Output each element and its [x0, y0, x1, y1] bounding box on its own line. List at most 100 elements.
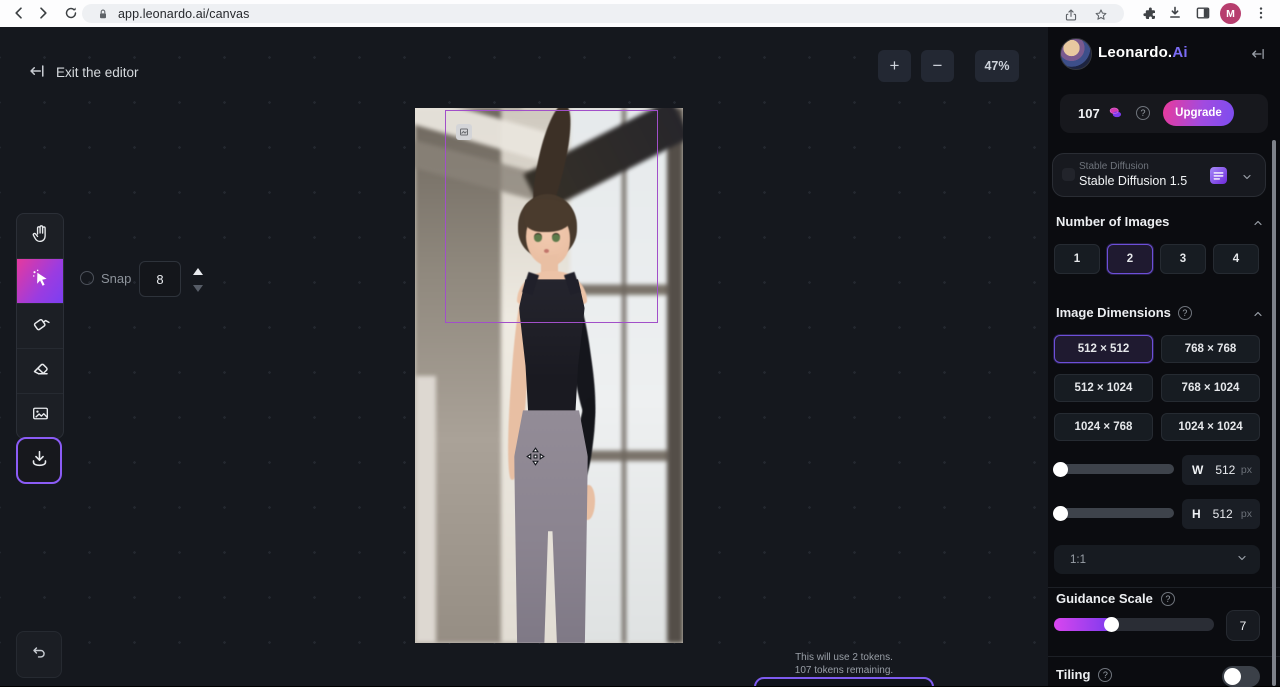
height-value[interactable]: 512: [1213, 507, 1233, 521]
generate-button-partial[interactable]: [754, 677, 934, 686]
zoom-out-button[interactable]: −: [921, 50, 954, 82]
select-tool-button[interactable]: [17, 259, 63, 304]
brand-logo: Leonardo.Ai: [1098, 44, 1188, 61]
tool-palette: [16, 213, 64, 439]
art-column-right: [667, 108, 683, 643]
width-slider-knob[interactable]: [1053, 462, 1068, 477]
download-tool-button[interactable]: [16, 437, 62, 484]
image-tool-button[interactable]: [17, 394, 63, 438]
snap-decrement-button[interactable]: [193, 285, 203, 292]
exit-editor-label: Exit the editor: [56, 65, 139, 80]
divider: [1048, 656, 1280, 657]
guidance-scale-value[interactable]: 7: [1226, 610, 1260, 641]
model-thumb: [1062, 168, 1075, 181]
snap-toggle-icon[interactable]: [80, 271, 94, 285]
image-dimensions-collapse-icon[interactable]: [1252, 307, 1264, 325]
width-value[interactable]: 512: [1215, 463, 1235, 477]
dim-option-1024x1024[interactable]: 1024 × 1024: [1161, 413, 1260, 441]
zoom-level-display[interactable]: 47%: [975, 50, 1019, 82]
user-avatar[interactable]: [1060, 38, 1092, 70]
token-note-line2: 107 tokens remaining.: [734, 664, 954, 677]
lock-icon: [94, 5, 112, 23]
magic-cursor-icon: [30, 268, 51, 294]
extensions-icon[interactable]: [1140, 4, 1158, 22]
image-dimensions-options: 512 × 512 768 × 768 512 × 1024 768 × 102…: [1054, 335, 1260, 441]
width-value-box[interactable]: W 512 px: [1182, 455, 1260, 485]
image-dimensions-help-icon[interactable]: ?: [1178, 306, 1192, 320]
image-dimensions-title: Image Dimensions: [1056, 305, 1171, 320]
model-chevron-down-icon: [1241, 170, 1253, 188]
image-icon: [30, 403, 51, 429]
count-option-1[interactable]: 1: [1054, 244, 1100, 274]
height-slider[interactable]: [1054, 508, 1174, 518]
token-count: 107: [1078, 106, 1100, 121]
dim-option-768x768[interactable]: 768 × 768: [1161, 335, 1260, 363]
dim-option-512x1024[interactable]: 512 × 1024: [1054, 374, 1153, 402]
move-cursor-icon: [526, 447, 545, 471]
dim-option-1024x768[interactable]: 1024 × 768: [1054, 413, 1153, 441]
model-selector[interactable]: Stable Diffusion Stable Diffusion 1.5: [1052, 153, 1266, 197]
sidebar-scrollbar[interactable]: [1272, 140, 1276, 686]
tiling-help-icon[interactable]: ?: [1098, 668, 1112, 682]
snap-value-input[interactable]: 8: [139, 261, 181, 297]
downloads-icon[interactable]: [1166, 4, 1184, 22]
selection-image-badge: [456, 124, 472, 140]
dim-option-512x512[interactable]: 512 × 512: [1054, 335, 1153, 363]
canvas-workspace[interactable]: Exit the editor + − 47%: [0, 27, 1048, 686]
height-slider-knob[interactable]: [1053, 506, 1068, 521]
guidance-scale-title: Guidance Scale: [1056, 591, 1153, 606]
hand-tool-button[interactable]: [17, 214, 63, 259]
tiling-toggle-knob: [1224, 668, 1241, 685]
tiling-title: Tiling: [1056, 667, 1090, 682]
upgrade-button[interactable]: Upgrade: [1163, 100, 1234, 126]
height-unit: px: [1241, 508, 1252, 520]
height-value-box[interactable]: H 512 px: [1182, 499, 1260, 529]
number-of-images-collapse-icon[interactable]: [1252, 216, 1264, 234]
count-option-3[interactable]: 3: [1160, 244, 1206, 274]
url-text[interactable]: app.leonardo.ai/canvas: [118, 7, 249, 21]
dim-option-768x1024[interactable]: 768 × 1024: [1161, 374, 1260, 402]
side-panel-icon[interactable]: [1194, 4, 1212, 22]
tiling-header: Tiling ?: [1056, 667, 1112, 682]
divider: [1048, 587, 1280, 588]
guidance-scale-slider[interactable]: [1054, 618, 1214, 631]
aspect-ratio-dropdown[interactable]: 1:1: [1054, 545, 1260, 574]
snap-increment-button[interactable]: [193, 268, 203, 275]
eraser-tool-button[interactable]: [17, 349, 63, 394]
zoom-in-button[interactable]: +: [878, 50, 911, 82]
share-icon[interactable]: [1062, 6, 1080, 24]
eraser-icon: [30, 358, 51, 384]
browser-profile-avatar[interactable]: M: [1220, 3, 1241, 24]
paint-tool-button[interactable]: [17, 304, 63, 349]
collapse-sidebar-icon[interactable]: [1250, 46, 1266, 67]
exit-editor-button[interactable]: Exit the editor: [28, 62, 139, 83]
token-help-icon[interactable]: ?: [1136, 106, 1150, 120]
bookmark-star-icon[interactable]: [1092, 6, 1110, 24]
browser-menu-icon[interactable]: [1252, 4, 1270, 22]
model-chip-icon: [1210, 167, 1227, 184]
selection-rectangle[interactable]: [445, 110, 658, 323]
brand-name: Leonardo.: [1098, 44, 1172, 61]
count-option-4[interactable]: 4: [1213, 244, 1259, 274]
browser-back-icon[interactable]: [10, 4, 28, 22]
download-icon: [29, 448, 50, 474]
undo-button[interactable]: [16, 631, 62, 678]
guidance-scale-knob[interactable]: [1104, 617, 1119, 632]
image-dimensions-header: Image Dimensions ?: [1056, 305, 1192, 320]
guidance-scale-header: Guidance Scale ?: [1056, 591, 1175, 606]
tiling-toggle[interactable]: [1222, 666, 1260, 687]
model-selector-value: Stable Diffusion 1.5: [1079, 174, 1187, 188]
aspect-chevron-down-icon: [1236, 551, 1248, 569]
width-slider[interactable]: [1054, 464, 1174, 474]
undo-icon: [30, 643, 49, 667]
token-balance-bar: 107 ? Upgrade: [1060, 94, 1268, 133]
guidance-scale-help-icon[interactable]: ?: [1161, 592, 1175, 606]
aspect-ratio-value: 1:1: [1070, 554, 1086, 566]
hand-icon: [30, 223, 51, 249]
browser-reload-icon[interactable]: [62, 4, 80, 22]
count-option-2[interactable]: 2: [1107, 244, 1153, 274]
address-bar[interactable]: app.leonardo.ai/canvas: [82, 4, 1124, 23]
width-unit: px: [1241, 464, 1252, 476]
exit-arrow-icon: [28, 62, 46, 83]
browser-forward-icon[interactable]: [34, 4, 52, 22]
